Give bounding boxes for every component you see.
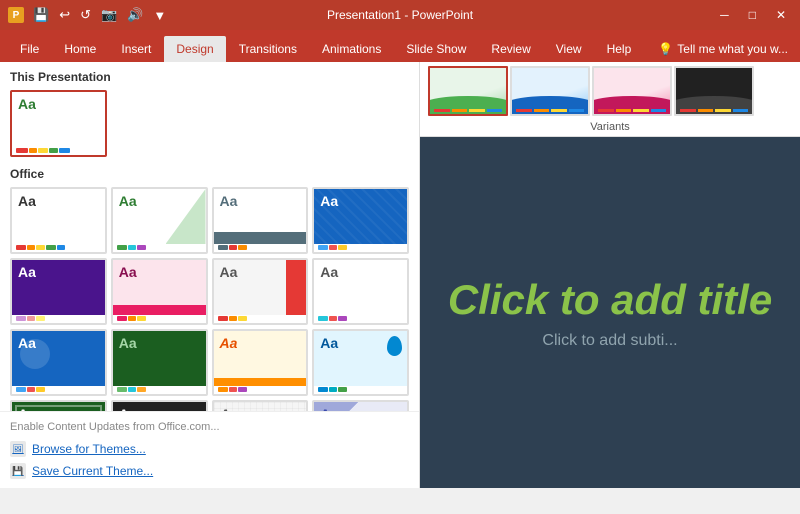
theme-slice[interactable]: Aa bbox=[212, 258, 309, 325]
slide-panel: Variants Click to add title Click to add… bbox=[420, 62, 800, 488]
app-title: Presentation1 - PowerPoint bbox=[327, 8, 473, 22]
save-theme-link[interactable]: 💾 Save Current Theme... bbox=[10, 460, 409, 482]
theme-ion[interactable]: Aa bbox=[312, 187, 409, 254]
variants-row: Variants bbox=[420, 62, 800, 137]
slide-content: Click to add title Click to add subti... bbox=[420, 256, 800, 370]
title-bar-left: P 💾 ↩ ↺ 📷 🔊 ▼ bbox=[8, 7, 169, 23]
theme-wisp[interactable]: Aa bbox=[312, 258, 409, 325]
tab-file[interactable]: File bbox=[8, 36, 51, 62]
redo-tool[interactable]: ↺ bbox=[77, 7, 94, 23]
theme-integral[interactable]: Aa bbox=[212, 187, 309, 254]
variant-4[interactable] bbox=[674, 66, 754, 116]
browse-themes-link[interactable]: 🖼 Browse for Themes... bbox=[10, 438, 409, 460]
close-button[interactable]: ✕ bbox=[770, 8, 792, 22]
main-content: This Presentation Aa Office bbox=[0, 62, 800, 488]
minimize-button[interactable]: ─ bbox=[714, 8, 735, 22]
app-icon: P bbox=[8, 7, 24, 23]
variants-label: Variants bbox=[420, 121, 800, 136]
tell-me-text: Tell me what you w... bbox=[677, 42, 788, 56]
tab-transitions[interactable]: Transitions bbox=[227, 36, 309, 62]
themes-footer: Enable Content Updates from Office.com..… bbox=[0, 411, 419, 488]
theme-facet[interactable]: Aa bbox=[111, 187, 208, 254]
title-bar: P 💾 ↩ ↺ 📷 🔊 ▼ Presentation1 - PowerPoint… bbox=[0, 0, 800, 30]
slide-title[interactable]: Click to add title bbox=[440, 276, 780, 324]
dropdown-tool[interactable]: ▼ bbox=[150, 8, 169, 23]
tab-slideshow[interactable]: Slide Show bbox=[394, 36, 478, 62]
tab-help[interactable]: Help bbox=[595, 36, 644, 62]
tell-me-area[interactable]: 💡 Tell me what you w... bbox=[646, 36, 800, 62]
variant-1[interactable] bbox=[428, 66, 508, 116]
variant-3[interactable] bbox=[592, 66, 672, 116]
theme-damask[interactable]: Aa bbox=[212, 329, 309, 396]
undo-tool[interactable]: ↩ bbox=[56, 7, 73, 23]
browse-icon: 🖼 bbox=[10, 441, 26, 457]
present-tool[interactable]: 📷 bbox=[98, 7, 120, 23]
theme-circuit[interactable]: Aa bbox=[111, 329, 208, 396]
themes-panel: This Presentation Aa Office bbox=[0, 62, 420, 488]
tab-insert[interactable]: Insert bbox=[109, 36, 163, 62]
window-controls: ─ □ ✕ bbox=[714, 8, 792, 22]
quick-access-toolbar: 💾 ↩ ↺ 📷 🔊 ▼ bbox=[30, 7, 169, 23]
ribbon-tabs: File Home Insert Design Transitions Anim… bbox=[0, 30, 800, 62]
tab-home[interactable]: Home bbox=[52, 36, 108, 62]
tab-view[interactable]: View bbox=[544, 36, 594, 62]
theme-mesh[interactable]: Aa bbox=[212, 400, 309, 411]
office-themes-grid: Aa Aa bbox=[10, 187, 409, 411]
current-theme-grid: Aa bbox=[10, 90, 409, 157]
office-label: Office bbox=[10, 167, 409, 181]
variants-thumbs bbox=[420, 62, 800, 121]
slide-subtitle[interactable]: Click to add subti... bbox=[440, 332, 780, 350]
theme-badge[interactable]: Aa bbox=[10, 329, 107, 396]
tab-design[interactable]: Design bbox=[164, 36, 225, 62]
this-presentation-label: This Presentation bbox=[10, 70, 409, 84]
theme-droplet[interactable]: Aa bbox=[312, 329, 409, 396]
audio-tool[interactable]: 🔊 bbox=[124, 7, 146, 23]
enable-updates-text: Enable Content Updates from Office.com..… bbox=[10, 418, 409, 438]
slide-main[interactable]: Click to add title Click to add subti... bbox=[420, 137, 800, 488]
save-icon: 💾 bbox=[10, 463, 26, 479]
variant-2[interactable] bbox=[510, 66, 590, 116]
save-tool[interactable]: 💾 bbox=[30, 7, 52, 23]
tab-animations[interactable]: Animations bbox=[310, 36, 393, 62]
themes-scroll[interactable]: This Presentation Aa Office bbox=[0, 62, 419, 411]
theme-frame[interactable]: Aa bbox=[10, 400, 107, 411]
lightbulb-icon: 💡 bbox=[658, 42, 673, 56]
theme-retrospect[interactable]: Aa bbox=[111, 258, 208, 325]
restore-button[interactable]: □ bbox=[743, 8, 762, 22]
theme-gallery[interactable]: Aa bbox=[111, 400, 208, 411]
theme-metropolitan[interactable]: Aa bbox=[312, 400, 409, 411]
theme-office[interactable]: Aa bbox=[10, 187, 107, 254]
tab-review[interactable]: Review bbox=[479, 36, 542, 62]
theme-ion-boardroom[interactable]: Aa bbox=[10, 258, 107, 325]
theme-current[interactable]: Aa bbox=[10, 90, 107, 157]
